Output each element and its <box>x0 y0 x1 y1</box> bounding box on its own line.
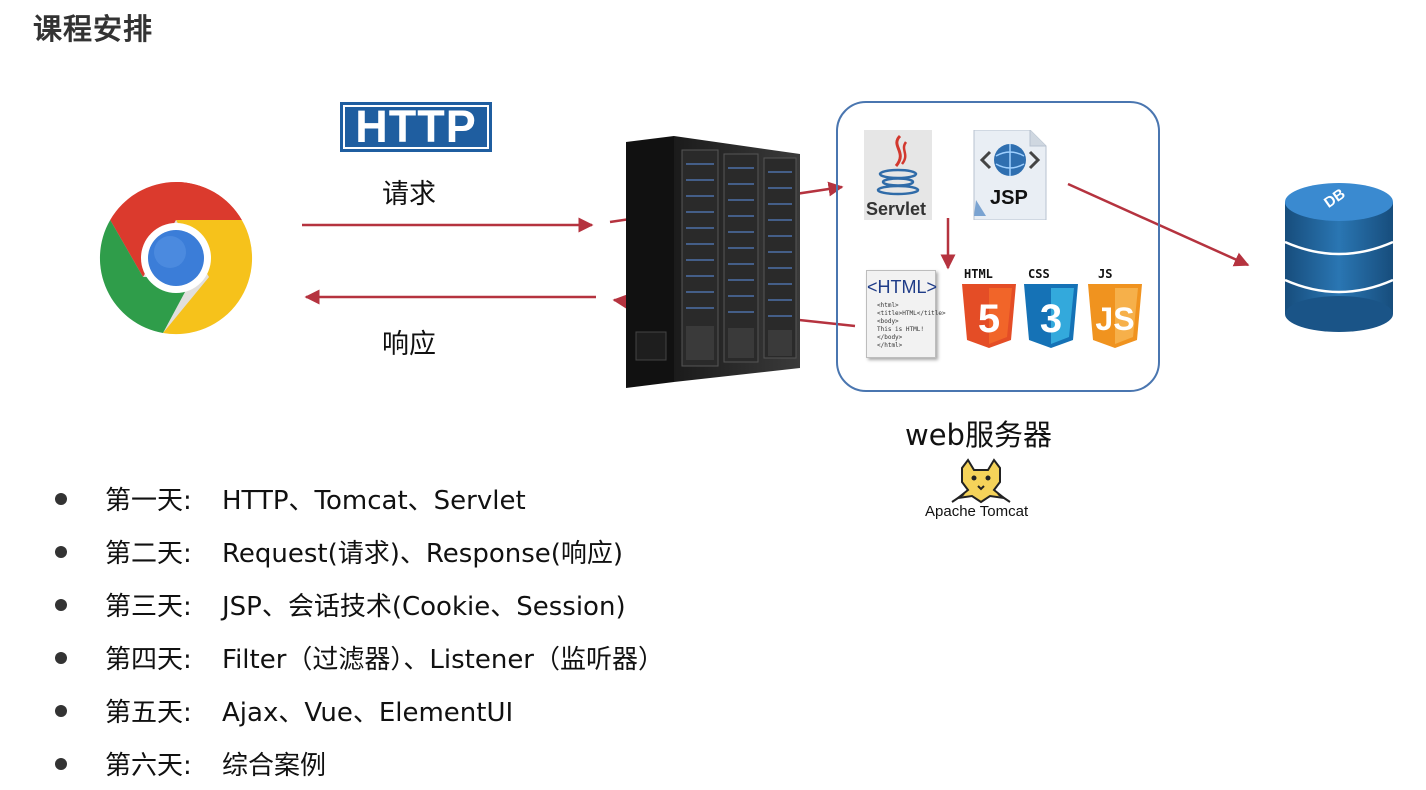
schedule-day: 第三天: <box>105 592 192 622</box>
svg-text:JS: JS <box>1095 301 1134 337</box>
server-rack-icon <box>626 136 800 388</box>
schedule-item: 第五天: Ajax、Vue、ElementUI <box>55 684 664 737</box>
bullet-icon <box>55 598 67 611</box>
web-tech-icons: 5 3 JS <box>962 284 1142 348</box>
html-line: </html> <box>877 342 903 349</box>
js-label: JS <box>1098 267 1113 281</box>
schedule-content: 综合案例 <box>222 751 327 781</box>
schedule-day: 第六天: <box>105 751 192 781</box>
servlet-label: Servlet <box>866 199 927 219</box>
html-document-heading: <HTML> <box>867 277 938 297</box>
schedule-item: 第四天: Filter（过滤器）、Listener（监听器） <box>55 631 664 684</box>
database-icon: DB <box>1284 182 1394 334</box>
html-line: <title>HTML</title> <box>877 310 946 317</box>
html-document-icon: <HTML> <html> <title>HTML</title> <body>… <box>866 270 946 358</box>
schedule-content: Filter（过滤器）、Listener（监听器） <box>222 645 665 675</box>
schedule-item: 第二天: Request(请求)、Response(响应) <box>55 525 664 578</box>
css3-icon: 3 <box>1024 284 1078 348</box>
schedule-day: 第五天: <box>105 698 192 728</box>
svg-text:3: 3 <box>1040 297 1062 341</box>
course-schedule-list: 第一天: HTTP、Tomcat、Servlet 第二天: Request(请求… <box>55 472 664 790</box>
html-line: <html> <box>877 302 899 309</box>
svg-text:5: 5 <box>978 297 1000 341</box>
schedule-day: 第二天: <box>105 539 192 569</box>
bullet-icon <box>55 704 67 717</box>
schedule-item: 第一天: HTTP、Tomcat、Servlet <box>55 472 664 525</box>
html-line: This is HTML! <box>877 326 924 333</box>
html-line: </body> <box>877 334 903 341</box>
schedule-content: HTTP、Tomcat、Servlet <box>222 486 526 516</box>
web-server-label: web服务器 <box>905 418 1052 452</box>
html-line: <body> <box>877 318 899 325</box>
schedule-day: 第一天: <box>105 486 192 516</box>
css3-label: CSS <box>1028 267 1050 281</box>
schedule-content: Request(请求)、Response(响应) <box>222 539 624 569</box>
schedule-content: Ajax、Vue、ElementUI <box>222 698 514 728</box>
schedule-content: JSP、会话技术(Cookie、Session) <box>222 592 626 622</box>
apache-tomcat-label: Apache Tomcat <box>925 503 1029 520</box>
jsp-label: JSP <box>990 187 1028 209</box>
bullet-icon <box>55 545 67 558</box>
js-icon: JS <box>1088 284 1142 348</box>
html5-icon: 5 <box>962 284 1016 348</box>
schedule-item: 第六天: 综合案例 <box>55 737 664 790</box>
bullet-icon <box>55 492 67 505</box>
bullet-icon <box>55 651 67 664</box>
html5-label: HTML <box>964 267 993 281</box>
schedule-day: 第四天: <box>105 645 192 675</box>
tomcat-cat-icon <box>951 458 1011 504</box>
schedule-item: 第三天: JSP、会话技术(Cookie、Session) <box>55 578 664 631</box>
